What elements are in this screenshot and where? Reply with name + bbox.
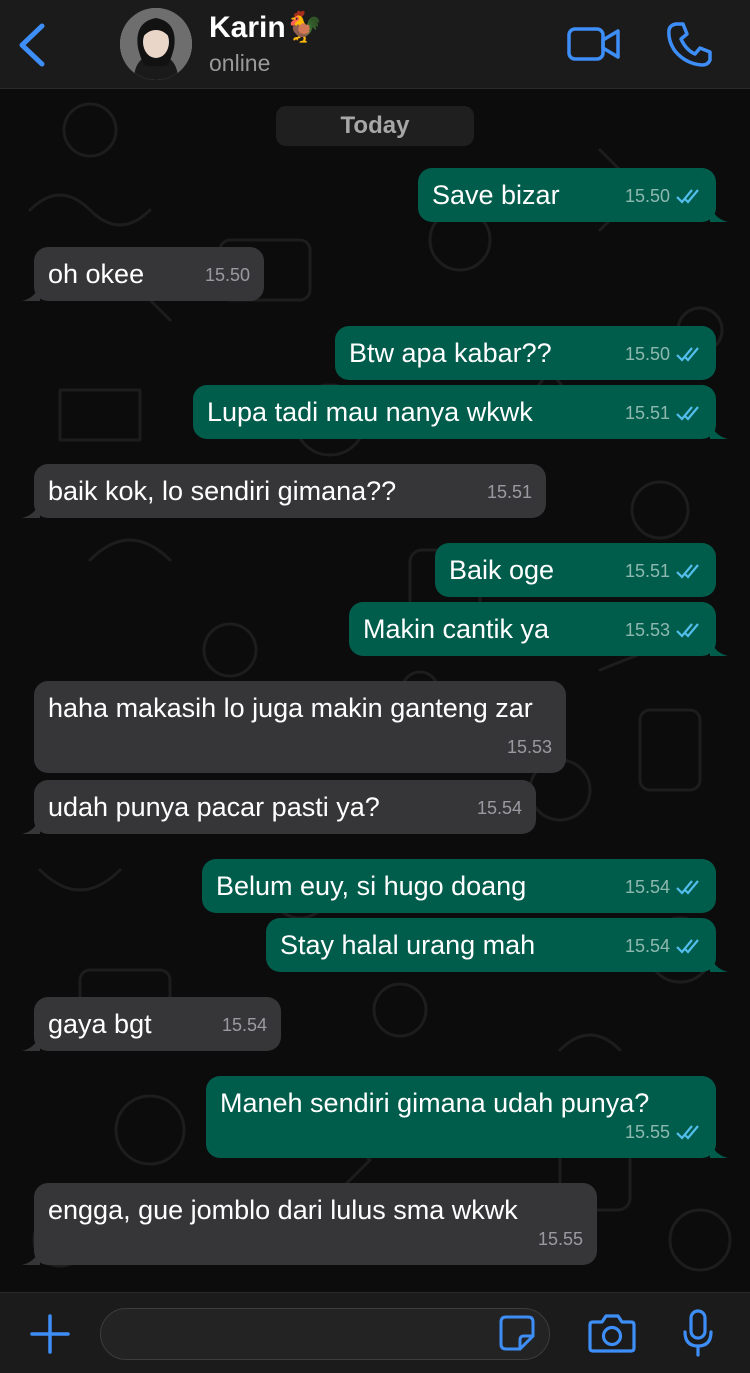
voice-call-button[interactable] [664,20,714,68]
message-bubble-outgoing[interactable]: Btw apa kabar?? 15.50 [335,326,716,380]
message-time: 15.54 [624,877,670,897]
bubble-tail [710,419,728,439]
message-text: Lupa tadi mau nanya wkwk [207,397,533,427]
bubble-tail [22,1031,40,1051]
double-check-icon [676,564,699,579]
double-check-icon [676,189,699,204]
message-meta: 15.54 [625,928,702,964]
message-time: 15.53 [624,620,670,640]
bubble-tail [710,202,728,222]
double-check-icon [676,880,699,895]
message-text: haha makasih lo juga makin ganteng zar [48,693,533,723]
message-bubble-incoming[interactable]: baik kok, lo sendiri gimana?? 15.51 [22,464,546,518]
chat-header: Karin🐓 online [0,0,750,89]
chat-area[interactable]: Today Save bizar 15.50 oh okee 15.50 Btw… [0,90,750,1292]
double-check-icon [676,347,699,362]
plus-icon [30,1314,70,1354]
message-time: 15.55 [537,1229,583,1249]
double-check-icon [676,939,699,954]
message-time: 15.54 [624,936,670,956]
message-text: baik kok, lo sendiri gimana?? [48,476,397,506]
video-camera-icon [567,27,620,61]
message-bubble-outgoing[interactable]: Maneh sendiri gimana udah punya? 15.55 [206,1076,728,1158]
camera-icon [588,1314,636,1353]
message-time: 15.54 [476,798,522,818]
sticker-icon [499,1315,535,1351]
message-bubble-incoming[interactable]: udah punya pacar pasti ya? 15.54 [22,780,536,834]
voice-message-button[interactable] [682,1308,714,1358]
double-check-icon [676,1125,699,1140]
contact-status: online [209,50,271,76]
double-check-icon [676,623,699,638]
contact-avatar[interactable] [120,8,192,80]
video-call-button[interactable] [566,24,622,64]
message-text: gaya bgt [48,1009,152,1039]
message-bubble-incoming[interactable]: gaya bgt 15.54 [22,997,281,1051]
message-meta: 15.51 [625,395,702,431]
message-text: Maneh sendiri gimana udah punya? [220,1088,650,1118]
message-meta: 15.54 [625,869,702,905]
back-button[interactable] [14,22,54,68]
double-check-icon [676,406,699,421]
bubble-tail [22,281,40,301]
message-text: Makin cantik ya [363,614,550,644]
message-time: 15.53 [506,737,552,757]
message-text: engga, gue jomblo dari lulus sma wkwk [48,1195,518,1225]
bubble-tail [710,636,728,656]
composer-bar [0,1292,750,1373]
sticker-button[interactable] [498,1314,536,1352]
message-text: Btw apa kabar?? [349,338,552,368]
message-text: oh okee [48,259,145,289]
message-time: 15.51 [624,403,670,423]
bubble-tail [710,952,728,972]
chevron-left-icon [19,23,45,67]
message-bubble-incoming[interactable]: oh okee 15.50 [22,247,264,301]
message-time: 15.54 [221,1015,267,1035]
message-time: 15.50 [624,344,670,364]
message-bubble-incoming[interactable]: engga, gue jomblo dari lulus sma wkwk 15… [22,1183,597,1265]
message-meta: 15.50 [625,178,702,214]
message-meta: 15.53 [625,612,702,648]
camera-button[interactable] [588,1312,636,1354]
message-text: Stay halal urang mah [280,930,536,960]
message-time: 15.51 [486,482,532,502]
bubble-tail [22,814,40,834]
phone-icon [667,22,712,67]
message-bubble-outgoing[interactable]: Baik oge 15.51 [435,543,716,597]
attach-button[interactable] [28,1312,72,1356]
date-chip: Today [276,106,474,146]
message-meta: 15.51 [625,553,702,589]
message-bubble-outgoing[interactable]: Save bizar 15.50 [418,168,728,222]
message-meta: 15.55 [625,1114,702,1150]
message-text: Save bizar [432,180,560,210]
message-bubble-outgoing[interactable]: Makin cantik ya 15.53 [349,602,728,656]
message-bubble-outgoing[interactable]: Stay halal urang mah 15.54 [266,918,728,972]
contact-name[interactable]: Karin🐓 [209,10,323,45]
bubble-tail [22,1245,40,1265]
message-time: 15.51 [624,561,670,581]
message-bubble-incoming[interactable]: haha makasih lo juga makin ganteng zar 1… [34,681,566,773]
message-text: Baik oge [449,555,555,585]
message-meta: 15.50 [625,336,702,372]
message-time: 15.55 [624,1122,670,1142]
bubble-tail [22,498,40,518]
microphone-icon [683,1309,713,1357]
message-bubble-outgoing[interactable]: Belum euy, si hugo doang 15.54 [202,859,716,913]
message-bubble-outgoing[interactable]: Lupa tadi mau nanya wkwk 15.51 [193,385,728,439]
message-text: Belum euy, si hugo doang [216,871,527,901]
message-text: udah punya pacar pasti ya? [48,792,380,822]
bubble-tail [710,1138,728,1158]
message-time: 15.50 [624,186,670,206]
message-time: 15.50 [204,265,250,285]
message-input[interactable] [100,1308,550,1360]
